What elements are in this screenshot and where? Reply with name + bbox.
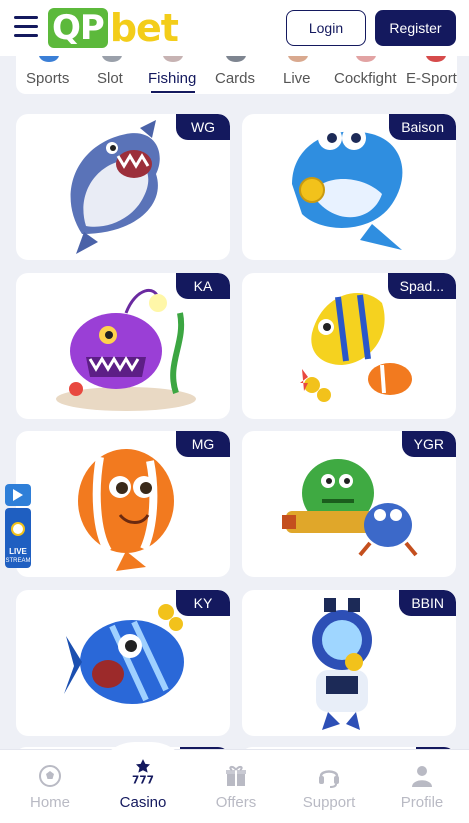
tab-cockfight[interactable]: Cockfight (334, 56, 398, 94)
game-card-wg[interactable]: WG (16, 114, 230, 260)
cards-icon (226, 56, 246, 62)
headset-icon (319, 770, 339, 788)
tab-sports[interactable]: Sports (26, 56, 72, 94)
tab-slot[interactable]: Slot (97, 56, 127, 94)
play-icon (13, 489, 23, 501)
stream-label: STREAM (5, 558, 31, 564)
soccer-ball-icon (11, 522, 25, 536)
nav-home[interactable]: Home (5, 750, 95, 823)
provider-badge: KA (176, 273, 230, 299)
logo-bet-text: bet (109, 6, 179, 50)
nav-casino[interactable]: 777 Casino (98, 750, 188, 823)
qpbet-logo[interactable]: QP bet (48, 6, 179, 50)
menu-icon[interactable] (14, 16, 38, 38)
nav-profile[interactable]: Profile (377, 750, 467, 823)
live-icon (288, 56, 308, 62)
tab-live[interactable]: Live (283, 56, 313, 94)
soccer-ball-icon (39, 765, 61, 787)
game-card-mg[interactable]: MG (16, 431, 230, 577)
provider-badge: Spad... (387, 273, 456, 299)
active-tab-underline (151, 91, 195, 93)
provider-badge: YGR (401, 431, 456, 457)
tab-label: Sports (26, 70, 70, 87)
nav-support[interactable]: Support (284, 750, 374, 823)
login-button[interactable]: Login (286, 10, 366, 46)
tab-fishing[interactable]: Fishing (148, 56, 198, 94)
provider-badge: MG (176, 431, 230, 457)
game-card-ky[interactable]: KY (16, 590, 230, 736)
nav-label: Support (302, 794, 356, 811)
register-button[interactable]: Register (375, 10, 456, 46)
nav-label: Offers (215, 794, 257, 811)
tab-label: Slot (97, 70, 123, 87)
game-card-baison[interactable]: Baison (242, 114, 456, 260)
sports-icon (39, 56, 59, 62)
tab-label: Fishing (148, 70, 197, 87)
game-card-bbin[interactable]: BBIN (242, 590, 456, 736)
svg-text:777: 777 (132, 775, 154, 786)
game-card-ygr[interactable]: YGR (242, 431, 456, 577)
user-icon (412, 766, 432, 787)
slot-icon (102, 56, 122, 62)
nav-label: Profile (400, 794, 444, 811)
logo-qp-text: QP (48, 8, 108, 48)
tab-label: E-Sport (406, 70, 457, 87)
provider-badge: KY (176, 590, 230, 616)
esport-icon (426, 56, 446, 62)
casino-777-icon: 777 (132, 759, 154, 786)
nav-offers[interactable]: Offers (191, 750, 281, 823)
cockfight-icon (356, 56, 376, 62)
tab-label: Cockfight (334, 70, 397, 87)
provider-badge: WG (176, 114, 230, 140)
top-header: QP bet Login Register (0, 0, 469, 56)
gift-icon (226, 765, 246, 786)
tab-esport[interactable]: E-Sport (406, 56, 457, 94)
fishing-icon (163, 56, 183, 62)
game-card-ka[interactable]: KA (16, 273, 230, 419)
provider-badge: BBIN (399, 590, 456, 616)
live-stream-widget[interactable]: LIVE STREAM (4, 478, 32, 570)
category-tabs: Sports Slot Fishing Cards Live Cockfight… (16, 56, 457, 94)
bottom-navigation: Home 777 Casino Offers Support Profile (0, 742, 469, 823)
tab-cards[interactable]: Cards (215, 56, 257, 94)
game-card-spadegaming[interactable]: Spad... (242, 273, 456, 419)
tab-label: Live (283, 70, 311, 87)
nav-label: Casino (119, 794, 167, 811)
provider-badge: Baison (389, 114, 456, 140)
live-label: LIVE (9, 547, 27, 556)
nav-label: Home (29, 794, 70, 811)
tab-label: Cards (215, 70, 256, 87)
